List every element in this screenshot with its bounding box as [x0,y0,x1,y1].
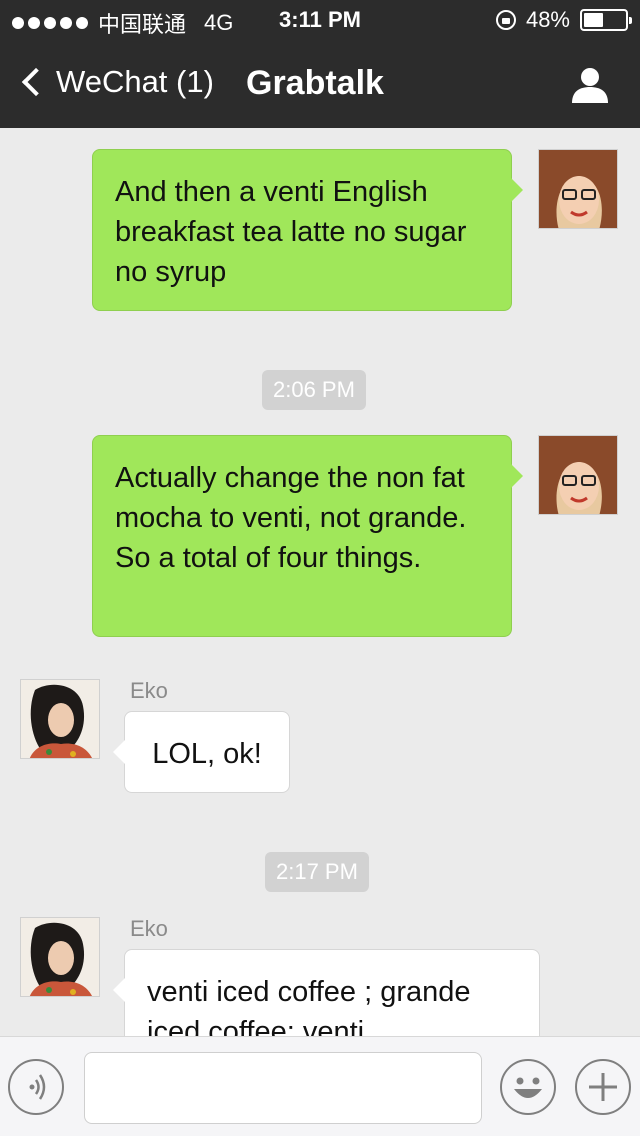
voice-icon [29,1074,46,1100]
add-button[interactable] [575,1059,631,1115]
user-photo-self [539,150,617,228]
rotation-lock-icon [495,10,516,30]
timestamp-divider: 2:06 PM [262,370,366,410]
message-bubble-outgoing[interactable]: Actually change the non fat mocha to ven… [92,435,523,637]
emoji-icon [514,1077,542,1098]
message-text: venti iced coffee ; grande iced coffee; … [147,976,471,1036]
status-right: 48% [495,7,632,33]
profile-button[interactable] [570,64,610,104]
battery-icon [580,9,632,31]
avatar-contact[interactable] [20,679,100,759]
input-bar [0,1036,640,1136]
avatar-self[interactable] [538,149,618,229]
back-button[interactable]: WeChat (1) [18,64,214,100]
plus-icon [589,1073,617,1101]
person-icon [572,68,608,103]
voice-button[interactable] [8,1059,64,1115]
message-bubble-outgoing[interactable]: And then a venti English breakfast tea l… [92,149,523,311]
timestamp-divider: 2:17 PM [265,852,369,892]
user-photo-contact [21,680,99,758]
battery-fill [584,13,604,27]
user-photo-self [539,436,617,514]
emoji-button[interactable] [500,1059,556,1115]
message-bubble-incoming[interactable]: venti iced coffee ; grande iced coffee; … [113,949,540,1036]
nav-bar: WeChat (1) Grabtalk [0,40,640,128]
user-photo-contact [21,918,99,996]
chevron-left-icon [21,67,51,97]
message-input[interactable] [84,1052,482,1124]
message-text: And then a venti English breakfast tea l… [115,176,467,288]
chat-title: Grabtalk [246,64,384,102]
chat-area[interactable]: And then a venti English breakfast tea l… [0,128,640,1036]
top-bar: 中国联通 4G 3:11 PM 48% WeChat (1) Grabtalk [0,0,640,128]
avatar-contact[interactable] [20,917,100,997]
avatar-self[interactable] [538,435,618,515]
back-label: WeChat (1) [56,64,214,99]
sender-name: Eko [130,678,168,703]
message-text: LOL, ok! [152,738,262,770]
message-bubble-incoming[interactable]: LOL, ok! [113,711,290,793]
message-text: Actually change the non fat mocha to ven… [115,462,467,574]
battery-percent: 48% [525,7,570,32]
sender-name: Eko [130,916,168,941]
status-bar: 中国联通 4G 3:11 PM 48% [0,0,640,40]
